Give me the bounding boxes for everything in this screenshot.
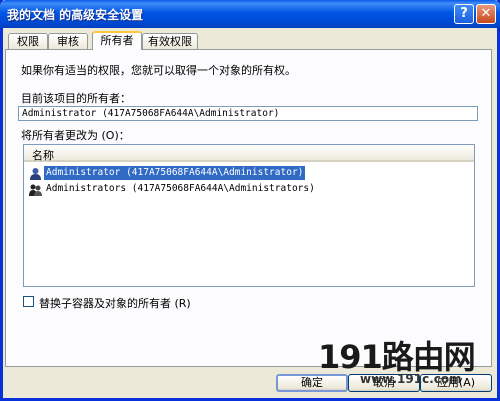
tab-permissions[interactable]: 权限 [8,33,48,49]
current-owner-label: 目前该项目的所有者： [21,92,131,105]
intro-text: 如果你有适当的权限，您就可以取得一个对象的所有权。 [21,64,296,77]
user-icon [30,168,41,180]
help-button[interactable]: ? [454,4,474,24]
ok-button[interactable]: 确定 [276,374,348,392]
list-column-header[interactable]: 名称 [24,145,474,162]
replace-owner-label: 替换子容器及对象的所有者 (R) [39,297,191,310]
watermark-url: www.191c.com [360,372,462,386]
close-button[interactable]: ✕ [476,4,496,24]
window-title: 我的文档 的高级安全设置 [7,8,144,22]
list-item-administrators[interactable]: Administrators (417A75068FA644A\Administ… [27,182,315,196]
owner-list[interactable]: 名称 Administrator (417A75068FA644A\Admini… [23,144,475,287]
user-group-icon [29,184,42,196]
list-item-label: Administrator (417A75068FA644A\Administr… [44,166,306,180]
tab-auditing[interactable]: 审核 [48,33,88,49]
tab-owner[interactable]: 所有者 [92,31,142,50]
column-name-label: 名称 [32,149,54,162]
current-owner-field: Administrator (417A75068FA644A\Administr… [18,106,478,121]
change-owner-label: 将所有者更改为 (O)： [21,129,130,142]
tab-effective-permissions[interactable]: 有效权限 [142,33,198,49]
list-item-administrator[interactable]: Administrator (417A75068FA644A\Administr… [27,166,306,180]
list-item-label: Administrators (417A75068FA644A\Administ… [46,183,315,194]
title-bar[interactable]: 我的文档 的高级安全设置 ? ✕ [0,0,500,28]
replace-owner-checkbox[interactable] [23,296,34,307]
